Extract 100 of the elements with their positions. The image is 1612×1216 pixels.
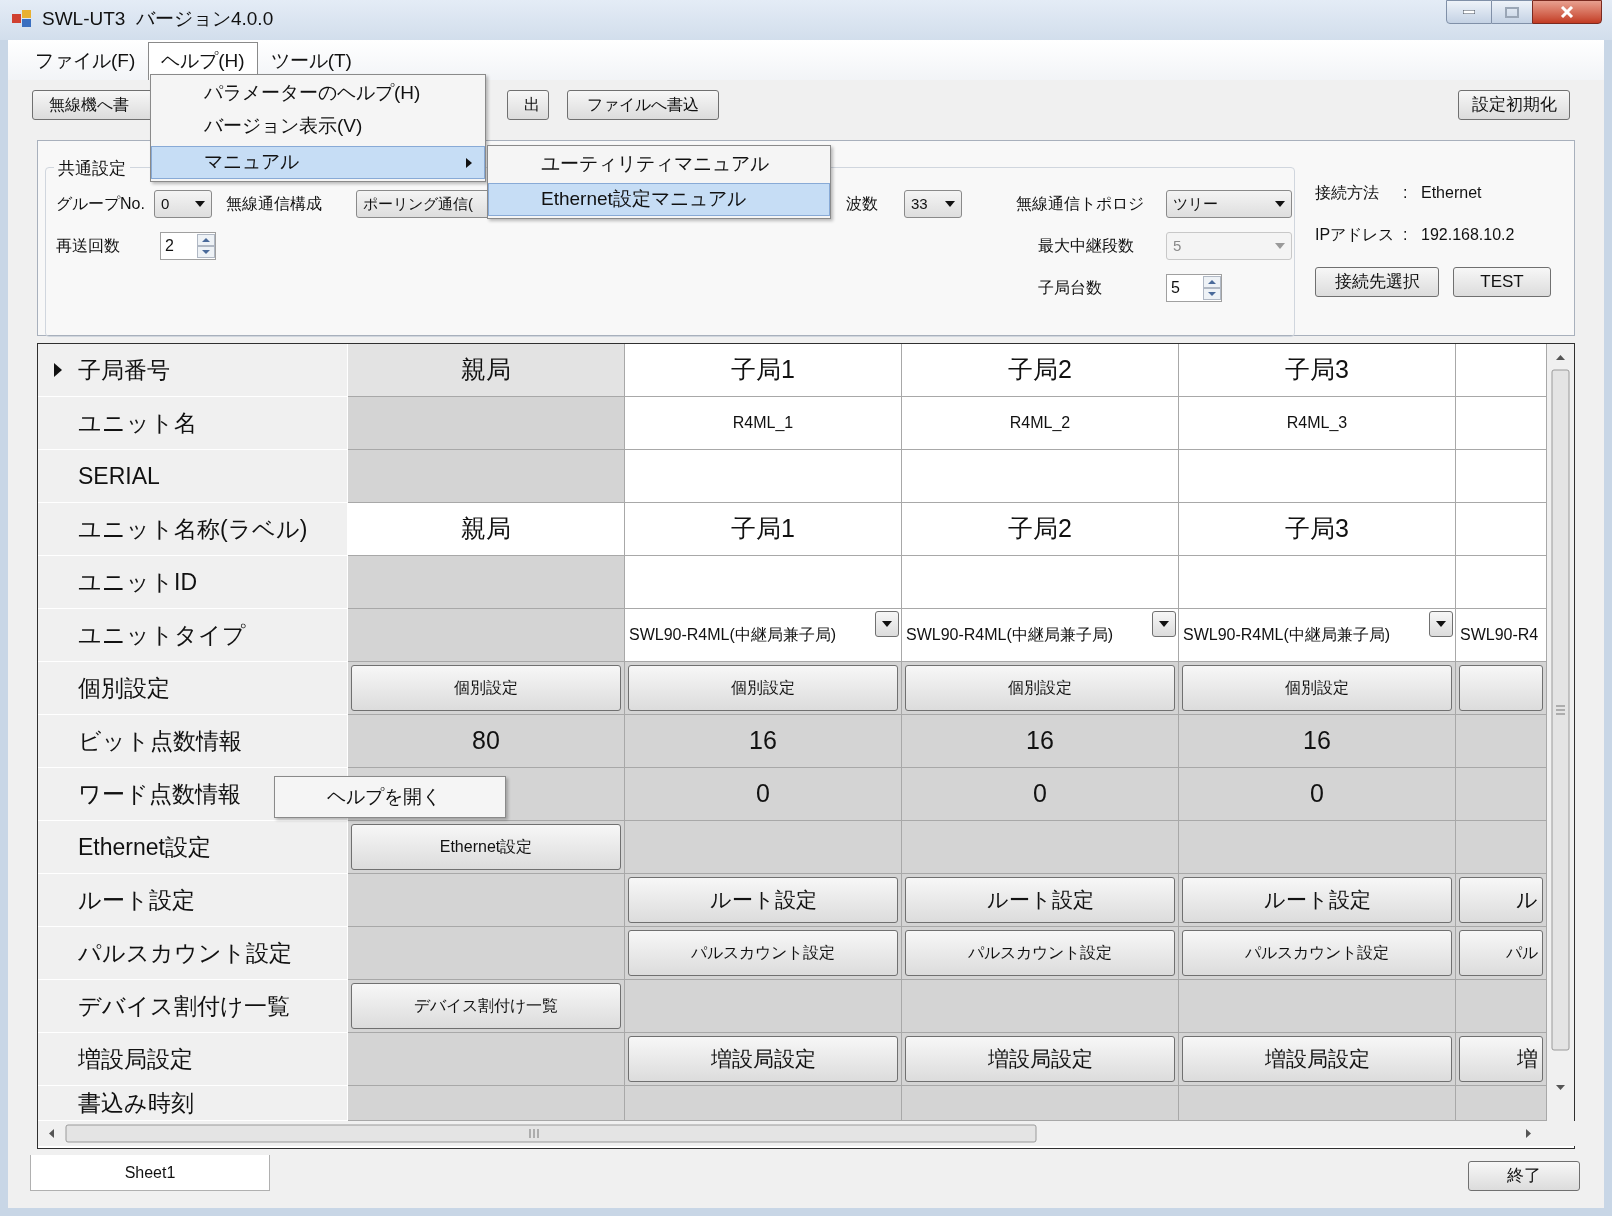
grid-cell: 80 [348, 715, 625, 768]
row-label: 子局番号 [78, 355, 170, 385]
grid-cell: 親局 [348, 503, 625, 556]
group-dropdown[interactable]: 0 [154, 190, 212, 218]
submenu-arrow-icon [466, 157, 472, 168]
menu-item[interactable]: ファイル(F) [22, 42, 149, 80]
info-separator: : [1403, 183, 1409, 203]
exit-button[interactable]: 終了 [1468, 1161, 1580, 1191]
maximize-icon [1505, 6, 1519, 18]
row-header[interactable]: ルート設定 [38, 874, 348, 927]
dropdown-arrow-icon [1159, 621, 1169, 627]
unit-type-dropdown[interactable]: SWL90-R4ML(中継局兼子局) [902, 609, 1178, 661]
row-label: デバイス割付け一覧 [78, 991, 290, 1021]
toolbar-button[interactable]: 出 [507, 90, 549, 120]
grid-button[interactable]: デバイス割付け一覧 [351, 983, 621, 1029]
menu-entry[interactable]: マニュアル [151, 146, 485, 179]
row-label: パルスカウント設定 [78, 938, 292, 968]
topology-dropdown[interactable]: ツリー [1166, 190, 1292, 218]
spin-arrows-icon[interactable] [197, 234, 215, 258]
info-value: 192.168.10.2 [1421, 225, 1515, 245]
field-label: 無線通信トポロジ [1016, 194, 1145, 214]
grid-button[interactable]: パルスカウント設定 [1182, 930, 1452, 976]
row-header[interactable]: パルスカウント設定 [38, 927, 348, 980]
row-header[interactable]: デバイス割付け一覧 [38, 980, 348, 1033]
grid-cell: 0 [625, 768, 902, 821]
info-value: Ethernet [1421, 183, 1482, 203]
field-label: 波数 [846, 194, 879, 214]
row-header[interactable]: Ethernet設定 [38, 821, 348, 874]
grid-cell: 16 [625, 715, 902, 768]
grid-button[interactable]: ルート設定 [905, 877, 1175, 923]
grid-button[interactable]: 個別設定 [905, 665, 1175, 711]
minimize-button[interactable] [1446, 0, 1492, 24]
reset-button[interactable]: 設定初期化 [1458, 90, 1570, 120]
sheet-tab[interactable]: Sheet1 [30, 1155, 270, 1191]
connection-button[interactable]: 接続先選択 [1315, 267, 1439, 297]
grid-cell: 0 [902, 768, 1179, 821]
row-label: ユニット名 [78, 408, 197, 438]
dropdown-button[interactable] [1152, 611, 1176, 637]
grid-cell: 子局3 [1179, 503, 1456, 556]
vertical-scrollbar[interactable] [1547, 344, 1574, 1121]
grid-button[interactable]: 増設局設定 [1182, 1036, 1452, 1082]
grid-button[interactable]: Ethernet設定 [351, 824, 621, 870]
slave-count-spinner[interactable]: 5 [1166, 274, 1222, 302]
dropdown-arrow-icon [1275, 201, 1285, 207]
connection-button[interactable]: TEST [1453, 267, 1551, 297]
row-header[interactable]: 個別設定 [38, 662, 348, 715]
row-label: 増設局設定 [78, 1044, 193, 1074]
toolbar-button[interactable]: ファイルへ書込 [567, 90, 719, 120]
grid-button[interactable]: パルスカウント設定 [628, 930, 898, 976]
grid-cell: 16 [1179, 715, 1456, 768]
retry-spinner[interactable]: 2 [160, 232, 216, 260]
row-header[interactable]: 子局番号 [38, 344, 348, 397]
row-label: ルート設定 [78, 885, 195, 915]
grid-cell: 子局1 [625, 344, 902, 397]
grid-button[interactable]: ルート設定 [628, 877, 898, 923]
dropdown-button[interactable] [875, 611, 899, 637]
horizontal-scrollbar[interactable] [38, 1121, 1575, 1146]
field-label: グループNo. [56, 194, 146, 214]
grid-button[interactable]: ル [1459, 877, 1543, 923]
window-title: SWL-UT3 バージョン4.0.0 [42, 6, 274, 31]
frequency-dropdown[interactable]: 33 [904, 190, 962, 218]
field-label: 最大中継段数 [1037, 236, 1135, 256]
row-label: Ethernet設定 [78, 832, 211, 862]
grid-cell: 子局1 [625, 503, 902, 556]
grid-button[interactable]: ルート設定 [1182, 877, 1452, 923]
unit-type-dropdown[interactable]: SWL90-R4 [1456, 609, 1546, 661]
grid-button[interactable]: 増 [1459, 1036, 1543, 1082]
row-header[interactable]: ユニットID [38, 556, 348, 609]
row-header[interactable]: ユニットタイプ [38, 609, 348, 662]
menu-entry[interactable]: ユーティリティマニュアル [488, 148, 830, 181]
row-header[interactable]: SERIAL [38, 450, 348, 503]
maximize-button[interactable] [1492, 0, 1532, 24]
grid-cell: 子局2 [902, 503, 1179, 556]
field-label: 無線通信構成 [226, 194, 323, 214]
grid-button[interactable]: パルスカウント設定 [905, 930, 1175, 976]
grid-button[interactable]: 個別設定 [628, 665, 898, 711]
row-label: ビット点数情報 [78, 726, 242, 756]
row-header[interactable]: 書込み時刻 [38, 1086, 348, 1121]
row-label: 個別設定 [78, 673, 170, 703]
grid-button[interactable]: 個別設定 [1182, 665, 1452, 711]
row-header[interactable]: ユニット名称(ラベル) [38, 503, 348, 556]
grid-cell: 子局2 [902, 344, 1179, 397]
unit-type-dropdown[interactable]: SWL90-R4ML(中継局兼子局) [1179, 609, 1455, 661]
grid-button[interactable]: 増設局設定 [905, 1036, 1175, 1082]
menu-entry[interactable]: Ethernet設定マニュアル [488, 183, 830, 216]
grid-cell: R4ML_1 [625, 397, 902, 450]
grid-button[interactable]: パル [1459, 930, 1543, 976]
unit-type-dropdown[interactable]: SWL90-R4ML(中継局兼子局) [625, 609, 901, 661]
field-label: 子局台数 [1037, 278, 1103, 298]
dropdown-arrow-icon [882, 621, 892, 627]
dropdown-button[interactable] [1429, 611, 1453, 637]
grid-button[interactable]: 増設局設定 [628, 1036, 898, 1082]
row-header[interactable]: 増設局設定 [38, 1033, 348, 1086]
close-button[interactable] [1532, 0, 1602, 24]
grid-button[interactable]: 個別設定 [351, 665, 621, 711]
row-header[interactable]: ビット点数情報 [38, 715, 348, 768]
grid-button[interactable] [1459, 665, 1543, 711]
app-icon [12, 10, 32, 28]
row-header[interactable]: ユニット名 [38, 397, 348, 450]
spin-arrows-icon[interactable] [1203, 276, 1221, 300]
